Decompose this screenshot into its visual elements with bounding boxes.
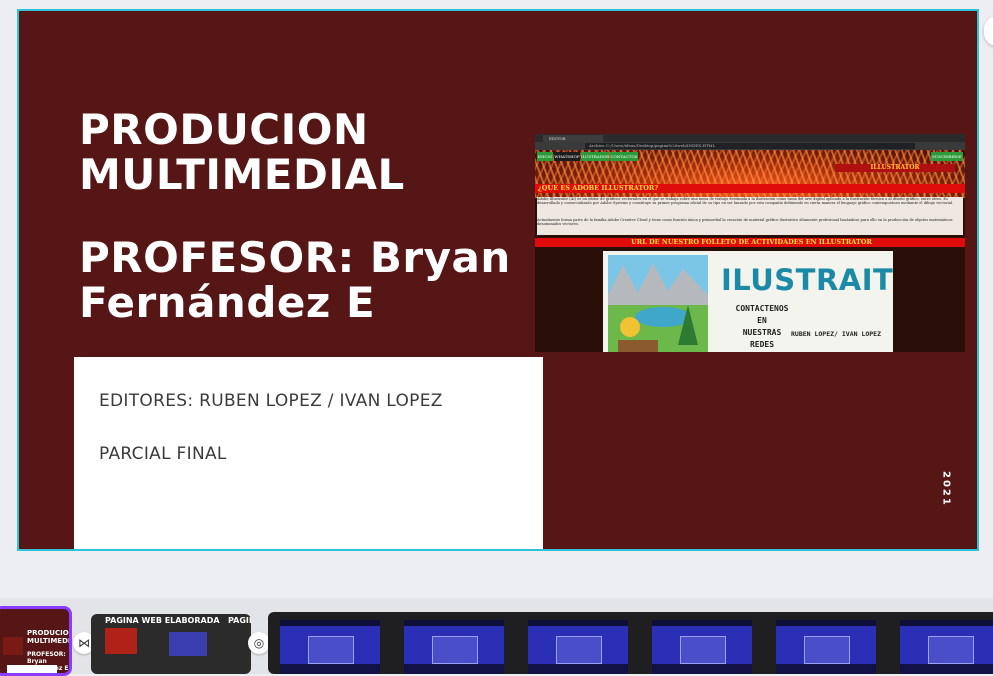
page-thumbnail-4[interactable] bbox=[404, 620, 504, 674]
mini-ribbon bbox=[900, 664, 993, 674]
mini-bar bbox=[652, 620, 752, 626]
thumbnail-2-title: PAGINA WEB ELABORADA bbox=[105, 616, 220, 625]
editors-text[interactable]: EDITORES: RUBEN LOPEZ / IVAN LOPEZ bbox=[99, 391, 443, 411]
professor-line-1: PROFESOR: Bryan bbox=[79, 233, 511, 282]
mini-ribbon bbox=[280, 664, 380, 674]
thumbnail-2-title-cont: PAGIN bbox=[228, 616, 251, 625]
link-bar: URL DE NUESTRO FOLLETO DE ACTIVIDADES EN… bbox=[535, 238, 965, 247]
browser-tab-bar: EDITOR bbox=[535, 134, 965, 142]
mini-window bbox=[928, 636, 974, 664]
title-line-1: PRODUCION bbox=[79, 105, 369, 154]
year-label[interactable]: 2021 bbox=[931, 469, 961, 509]
site-header-title: ILLUSTRATOR bbox=[835, 164, 955, 172]
thumbnail-2-image-1 bbox=[105, 628, 137, 654]
mini-ribbon bbox=[404, 664, 504, 674]
flyer-sub-line-2: EN bbox=[757, 316, 767, 325]
nav-inicio: INICIO bbox=[537, 152, 553, 161]
flyer-title: ILUSTRAITOR bbox=[721, 263, 893, 297]
mini-ribbon bbox=[528, 664, 628, 674]
target-icon[interactable]: ◎ bbox=[248, 632, 270, 654]
mini-ribbon bbox=[776, 664, 876, 674]
title-line-2: MULTIMEDIAL bbox=[79, 150, 405, 199]
thumbnail-image bbox=[3, 637, 23, 655]
nav-whatshop: WHATSHOP bbox=[554, 152, 580, 161]
mini-window bbox=[432, 636, 478, 664]
title-spacer bbox=[79, 197, 519, 235]
editor-canvas-area: PRODUCION MULTIMEDIAL PROFESOR: Bryan Fe… bbox=[0, 0, 993, 575]
thumbnail-2-image-2 bbox=[169, 632, 207, 656]
question-bar: ¿QUE ES ADOBE ILLUSTRATOR? bbox=[535, 184, 965, 193]
editors-text-box[interactable]: EDITORES: RUBEN LOPEZ / IVAN LOPEZ PARCI… bbox=[74, 357, 543, 549]
flyer-sub-line-4: REDES bbox=[749, 340, 775, 349]
flyer-illustration bbox=[608, 255, 708, 352]
paragraph-2: Actualmente forma parte de la familia Ad… bbox=[537, 218, 963, 234]
mini-bar bbox=[404, 620, 504, 626]
page-thumbnail-7[interactable] bbox=[776, 620, 876, 674]
nav-contactos: CONTACTOS bbox=[610, 152, 638, 161]
mini-window bbox=[556, 636, 602, 664]
page-thumbnail-group[interactable] bbox=[268, 612, 993, 674]
page-thumbnail-strip: PRODUCION MULTIMEDIAL PROFESOR: Bryan Fe… bbox=[0, 598, 993, 676]
nav-ilustrador: ILUSTRADOR bbox=[581, 152, 610, 161]
section-text[interactable]: PARCIAL FINAL bbox=[99, 444, 227, 464]
flyer-authors: RUBEN LOPEZ/ IVAN LOPEZ bbox=[791, 330, 882, 338]
mini-ribbon bbox=[652, 664, 752, 674]
website-screenshot-image[interactable]: EDITOR Archivo C:/Users/ideas/Desktop/pa… bbox=[535, 134, 965, 352]
mini-window bbox=[804, 636, 850, 664]
slide-canvas[interactable]: PRODUCION MULTIMEDIAL PROFESOR: Bryan Fe… bbox=[17, 9, 979, 551]
page-thumbnail-2[interactable]: PAGINA WEB ELABORADA PAGIN bbox=[91, 614, 251, 674]
mini-bar bbox=[776, 620, 876, 626]
thumbnail-white-box bbox=[7, 665, 57, 673]
mini-bar bbox=[528, 620, 628, 626]
flyer-sub-line-1: CONTACTENOS bbox=[735, 304, 789, 313]
slide-title[interactable]: PRODUCION MULTIMEDIAL PROFESOR: Bryan Fe… bbox=[79, 107, 519, 325]
mini-window bbox=[680, 636, 726, 664]
page-thumbnail-5[interactable] bbox=[528, 620, 628, 674]
nav-suscribirse: SUSCRIBIRSE bbox=[931, 152, 963, 161]
mini-bar bbox=[900, 620, 993, 626]
browser-tab: EDITOR bbox=[543, 135, 603, 142]
mini-bar bbox=[280, 620, 380, 626]
page-thumbnail-8[interactable] bbox=[900, 620, 993, 674]
mini-window bbox=[308, 636, 354, 664]
browser-url: Archivo C:/Users/ideas/Desktop/pagina%20… bbox=[585, 143, 915, 149]
professor-line-2: Fernández E bbox=[79, 278, 376, 327]
flyer-subtitle: CONTACTENOS EN NUESTRAS REDES bbox=[721, 303, 803, 351]
flyer-image: ILUSTRAITOR CONTACTENOS EN NUESTRAS REDE… bbox=[603, 251, 893, 352]
thumbnail-1-title: PRODUCION MULTIMEDIAL bbox=[27, 629, 72, 645]
page-thumbnail-6[interactable] bbox=[652, 620, 752, 674]
page-thumbnail-1[interactable]: PRODUCION MULTIMEDIAL PROFESOR: Bryan Fe… bbox=[0, 606, 72, 676]
page-thumbnail-3[interactable] bbox=[280, 620, 380, 674]
